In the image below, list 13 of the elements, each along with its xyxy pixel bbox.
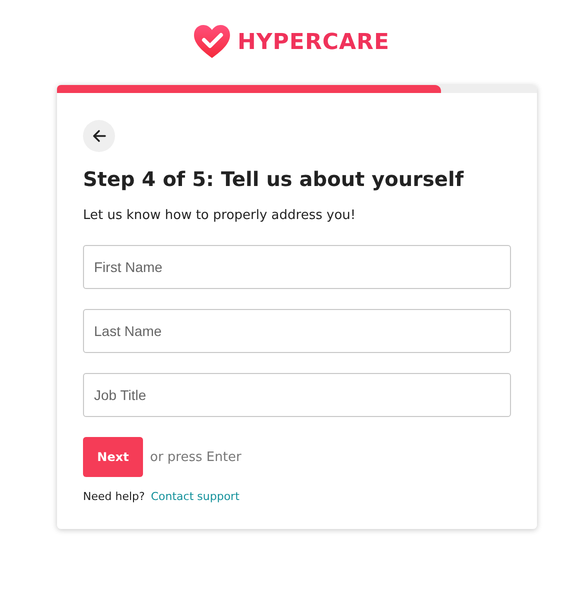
step-subtitle: Let us know how to properly address you! (83, 208, 357, 223)
brand-name: HYPERCARE (237, 30, 390, 54)
back-button[interactable] (83, 120, 115, 152)
heart-check-icon (193, 24, 232, 60)
help-text: Need help? (83, 490, 145, 503)
step-title: Step 4 of 5: Tell us about yourself (83, 166, 465, 193)
next-button[interactable]: Next (83, 437, 143, 477)
enter-hint: or press Enter (150, 450, 242, 464)
contact-support-link[interactable]: Contact support (150, 490, 240, 503)
text-field[interactable]: Last Name (83, 309, 511, 353)
text-field[interactable]: First Name (83, 245, 511, 289)
back-arrow-icon (92, 129, 106, 143)
text-field[interactable]: Job Title (83, 373, 511, 417)
